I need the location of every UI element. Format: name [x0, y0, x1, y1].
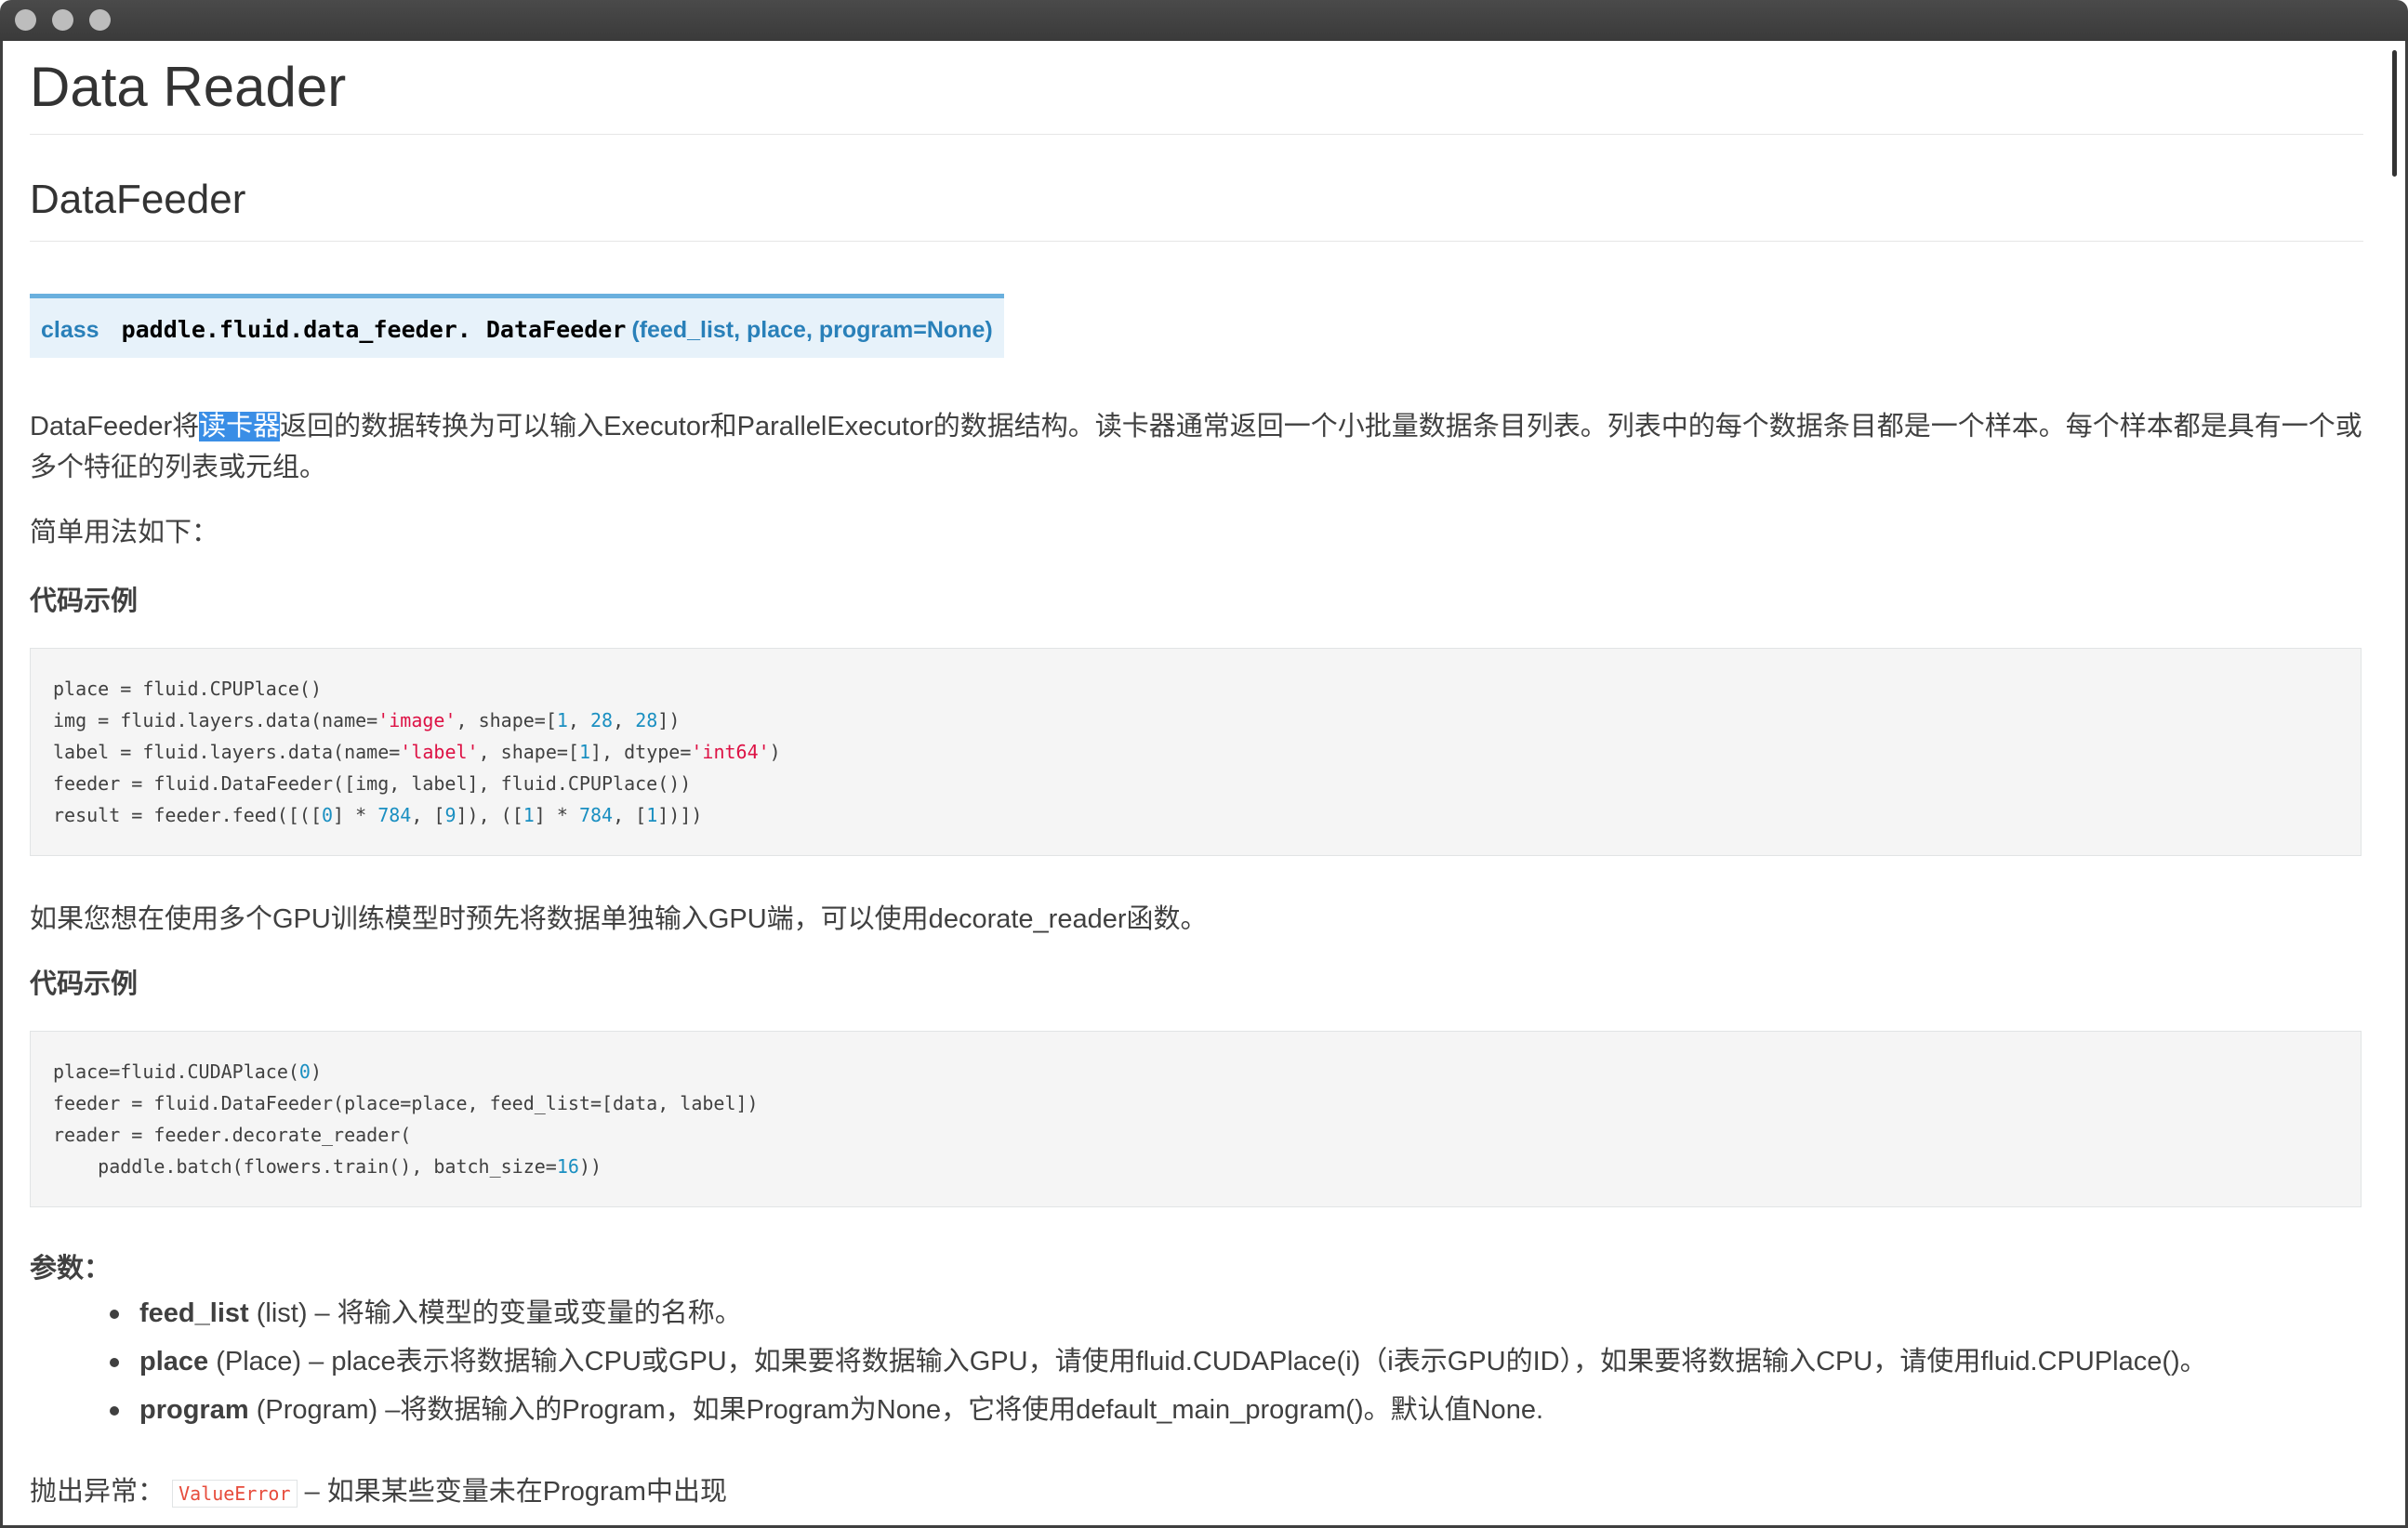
param-name: feed_list — [139, 1298, 249, 1328]
doc-content: Data Reader DataFeeder class paddle.fluid… — [30, 41, 2363, 1514]
param-name: place — [139, 1347, 209, 1377]
param-type: (Program) — [256, 1395, 378, 1425]
param-desc: – place表示将数据输入CPU或GPU，如果要将数据输入GPU，请使用flu… — [301, 1347, 2207, 1377]
exception-name: ValueError — [172, 1480, 298, 1508]
raises-desc: – 如果某些变量未在Program中出现 — [304, 1477, 727, 1507]
params-list: feed_list (list) – 将输入模型的变量或变量的名称。 place… — [30, 1289, 2363, 1434]
code-block-2[interactable]: place=fluid.CUDAPlace(0) feeder = fluid.… — [30, 1031, 2362, 1207]
param-item: program (Program) –将数据输入的Program，如果Progr… — [110, 1386, 2363, 1434]
raises-label: 抛出异常： — [30, 1477, 165, 1507]
code-example-label: 代码示例 — [30, 586, 139, 616]
param-item: place (Place) – place表示将数据输入CPU或GPU，如果要将… — [110, 1337, 2363, 1386]
code-example-label-2: 代码示例 — [30, 969, 139, 999]
class-signature: class paddle.fluid.data_feeder. DataFeeder… — [30, 294, 1004, 358]
section-title: DataFeeder — [30, 174, 2363, 242]
close-window-button[interactable] — [15, 9, 36, 31]
window-titlebar — [0, 0, 2408, 41]
gpu-note: 如果您想在使用多个GPU训练模型时预先将数据单独输入GPU端，可以使用decor… — [30, 904, 1208, 934]
raises-section: 抛出异常： ValueError – 如果某些变量未在Program中出现 — [30, 1471, 2363, 1514]
signature-params: (feed_list, place, program=None) — [631, 317, 993, 343]
param-desc: –将数据输入的Program，如果Program为None，它将使用defaul… — [377, 1395, 1544, 1425]
param-desc: – 将输入模型的变量或变量的名称。 — [307, 1298, 742, 1328]
window-frame-left — [0, 41, 3, 1528]
module-path: paddle.fluid.data_feeder. — [121, 316, 471, 343]
intro-text-before: DataFeeder将 — [30, 412, 200, 441]
minimize-window-button[interactable] — [52, 9, 73, 31]
class-name: DataFeeder — [485, 316, 627, 343]
intro-paragraph: DataFeeder将读卡器返回的数据转换为可以输入Executor和Paral… — [30, 406, 2363, 488]
params-label: 参数： — [30, 1254, 112, 1284]
param-name: program — [139, 1395, 249, 1425]
simple-usage-text: 简单用法如下： — [30, 518, 219, 547]
vertical-scrollbar[interactable] — [2392, 50, 2397, 177]
class-keyword: class — [41, 317, 99, 343]
param-type: (Place) — [216, 1347, 302, 1377]
maximize-window-button[interactable] — [89, 9, 111, 31]
code-example-2: place=fluid.CUDAPlace(0) feeder = fluid.… — [53, 1060, 759, 1178]
code-example-1: place = fluid.CPUPlace() img = fluid.lay… — [53, 678, 781, 826]
code-block-1[interactable]: place = fluid.CPUPlace() img = fluid.lay… — [30, 648, 2362, 856]
selected-text[interactable]: 读卡器 — [199, 412, 281, 441]
intro-text-after: 返回的数据转换为可以输入Executor和ParallelExecutor的数据… — [30, 412, 2362, 482]
param-type: (list) — [256, 1298, 308, 1328]
page-title: Data Reader — [30, 41, 2363, 135]
param-item: feed_list (list) – 将输入模型的变量或变量的名称。 — [110, 1289, 2363, 1337]
